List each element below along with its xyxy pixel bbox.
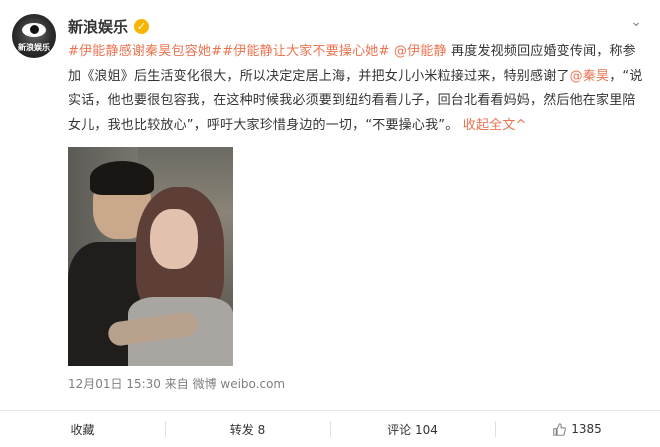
- chevron-down-icon[interactable]: ⌄: [630, 14, 642, 30]
- repost-button[interactable]: 转发 8: [165, 411, 330, 447]
- avatar-text: 新浪娱乐: [18, 43, 50, 52]
- username[interactable]: 新浪娱乐: [68, 16, 128, 37]
- like-button[interactable]: 1385: [495, 411, 660, 447]
- avatar[interactable]: 新浪娱乐: [12, 14, 56, 58]
- post-content: #伊能静感谢秦昊包容她##伊能静让大家不要操心她# @伊能静 再度发视频回应婚变…: [68, 40, 648, 138]
- collect-label: 收藏: [70, 422, 95, 437]
- comment-button[interactable]: 评论 104: [330, 411, 495, 447]
- post-time[interactable]: 12月01日 15:30: [68, 377, 161, 391]
- eye-pupil-icon: [30, 25, 39, 34]
- post-source: 来自 微博 weibo.com: [164, 377, 286, 391]
- photo-woman-face: [150, 209, 198, 269]
- like-count: 1385: [571, 422, 602, 436]
- collapse-text-link[interactable]: 收起全文^: [463, 118, 527, 133]
- hashtag-link[interactable]: #伊能静感谢秦昊包容她#: [68, 44, 222, 59]
- action-bar: 收藏 转发 8 评论 104 1385: [0, 411, 660, 447]
- username-row: 新浪娱乐 ✓: [68, 16, 150, 37]
- comment-label: 评论 104: [387, 422, 438, 437]
- thumbs-up-icon: [553, 422, 567, 436]
- mention-link[interactable]: @伊能静: [394, 44, 447, 59]
- mention-link[interactable]: @秦昊: [570, 69, 610, 84]
- collect-button[interactable]: 收藏: [0, 411, 165, 447]
- post-meta: 12月01日 15:30 来自 微博 weibo.com: [68, 375, 285, 392]
- hashtag-link[interactable]: #伊能静让大家不要操心她#: [222, 44, 389, 59]
- post-image[interactable]: [68, 147, 233, 366]
- verified-badge-icon: ✓: [134, 19, 150, 34]
- repost-label: 转发 8: [229, 422, 266, 437]
- photo-man-hair: [90, 161, 154, 195]
